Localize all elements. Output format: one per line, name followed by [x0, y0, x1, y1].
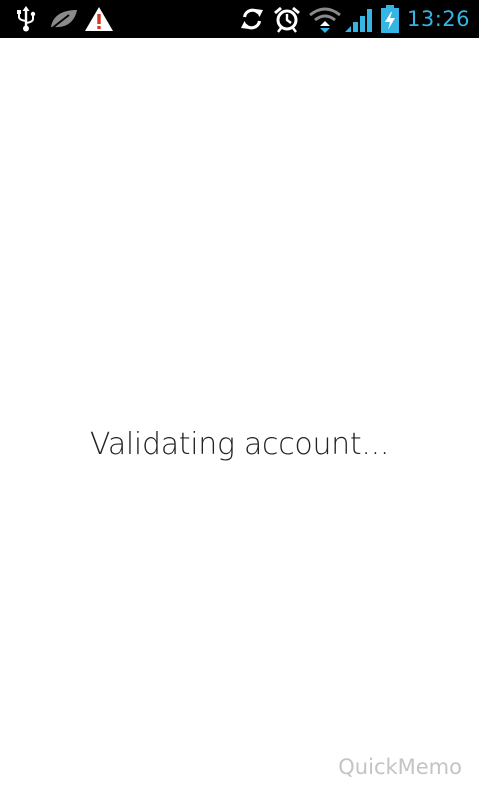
quickmemo-watermark: QuickMemo [338, 755, 462, 779]
wifi-icon [308, 5, 342, 33]
alarm-icon [272, 5, 302, 33]
warning-icon [84, 5, 114, 33]
validating-message: Validating account... [89, 427, 390, 462]
status-clock: 13:26 [406, 7, 470, 31]
status-bar[interactable]: 13:26 [0, 0, 479, 38]
sync-icon [238, 5, 266, 33]
leaf-icon [48, 5, 80, 33]
signal-icon [344, 5, 376, 33]
battery-charging-icon [380, 5, 400, 33]
usb-icon [14, 5, 38, 33]
